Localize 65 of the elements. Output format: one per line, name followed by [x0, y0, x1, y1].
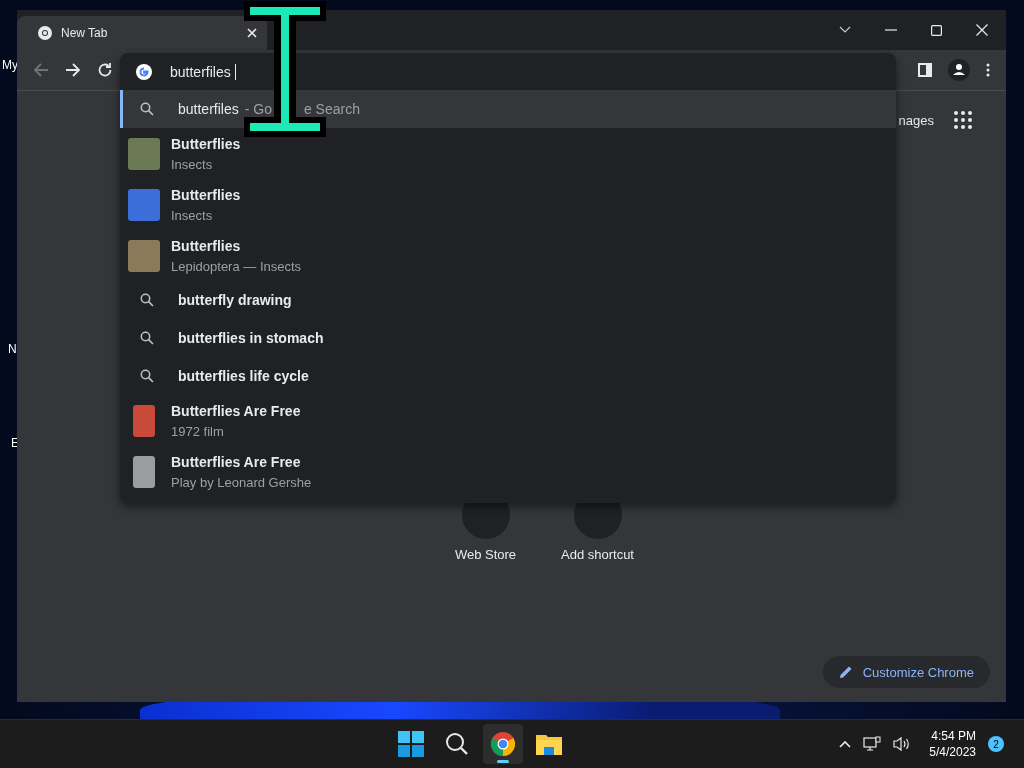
- images-link[interactable]: nages: [898, 112, 934, 128]
- suggestion-title: Butterflies: [171, 237, 242, 254]
- desktop-icon-label[interactable]: My: [2, 58, 19, 72]
- suggestion-title: Butterflies Are Free: [171, 453, 302, 470]
- suggestion-text: butterfly drawing: [178, 292, 292, 308]
- clock-date[interactable]: 5/4/2023: [929, 745, 976, 759]
- address-text: butterfiles: [170, 63, 231, 80]
- suggestion-subtitle: Insects: [171, 156, 214, 172]
- photo-placeholder: [133, 404, 155, 437]
- network-icon[interactable]: [863, 736, 882, 752]
- search-engine-logo-icon: [136, 63, 152, 80]
- back-arrow-icon[interactable]: [33, 62, 49, 78]
- suggestion-title: Butterflies Are Free: [171, 402, 301, 419]
- customize-button[interactable]: Customize Chrome: [822, 656, 990, 688]
- text-caret: [234, 63, 236, 80]
- suggestion-row[interactable]: butterflies life cycle: [120, 357, 896, 395]
- suggestion-hint: - Go: [244, 101, 272, 117]
- menu-icon[interactable]: [986, 63, 990, 77]
- tab-title: New Tab: [61, 26, 109, 40]
- suggestion-row[interactable]: Butterflies Insects: [120, 179, 896, 230]
- clock-time[interactable]: 4:54 PM: [931, 729, 976, 743]
- reload-icon[interactable]: [97, 62, 113, 78]
- apps-grid-icon[interactable]: [954, 111, 972, 129]
- suggestion-row[interactable]: Butterflies Are Free 1972 film: [120, 395, 896, 446]
- suggestion-text: butterflies life cycle: [178, 368, 309, 384]
- suggestion-row[interactable]: Butterflies Are Free Play by Leonard Gershe: [120, 446, 896, 497]
- photo-placeholder: [133, 455, 155, 488]
- chevron-down-icon[interactable]: [839, 26, 851, 34]
- browser-logo-icon[interactable]: [482, 724, 523, 764]
- suggestion-row[interactable]: butterflies in stomach: [120, 319, 896, 357]
- suggestion-row[interactable]: Butterflies Insects: [120, 128, 896, 179]
- desktop-icon-label[interactable]: N: [8, 342, 19, 356]
- maximize-icon[interactable]: [931, 24, 942, 36]
- suggestion-subtitle: Lepidoptera — Insects: [171, 258, 302, 274]
- search-icon: [140, 331, 154, 345]
- browser-tab[interactable]: New Tab: [17, 16, 267, 50]
- shortcut-label[interactable]: Web Store: [454, 547, 517, 562]
- side-panel-icon[interactable]: [918, 63, 932, 77]
- suggestion-subtitle: Insects: [171, 207, 214, 223]
- browser-logo-icon: [37, 25, 53, 41]
- suggestion-row[interactable]: Butterflies Lepidoptera — Insects: [120, 230, 896, 281]
- photo-placeholder: [128, 137, 160, 170]
- profile-icon[interactable]: [948, 59, 970, 81]
- suggestion-row[interactable]: butterfly drawing: [120, 281, 896, 319]
- suggestion-subtitle: 1972 film: [171, 423, 225, 439]
- chevron-up-icon[interactable]: [839, 740, 852, 748]
- suggestion-subtitle: Play by Leonard Gershe: [171, 474, 312, 490]
- pencil-icon: [838, 665, 853, 679]
- forward-arrow-icon[interactable]: [65, 62, 81, 78]
- suggestion-text: butterfiles: [178, 101, 239, 117]
- speaker-icon[interactable]: [893, 736, 912, 752]
- close-icon[interactable]: [976, 24, 988, 36]
- suggestion-hint: e Search: [303, 101, 360, 117]
- notification-badge[interactable]: 2: [988, 736, 1004, 752]
- suggestion-title: Butterflies: [171, 186, 241, 203]
- suggestion-title: Butterflies: [171, 135, 241, 152]
- search-icon: [140, 369, 154, 383]
- address-field[interactable]: butterfiles: [120, 53, 896, 90]
- photo-placeholder: [128, 188, 160, 221]
- suggestion-text: butterflies in stomach: [178, 330, 324, 346]
- search-icon: [140, 293, 154, 307]
- shortcut-label[interactable]: Add shortcut: [561, 547, 634, 562]
- search-icon: [140, 102, 154, 116]
- photo-placeholder: [128, 239, 160, 272]
- close-icon[interactable]: [247, 28, 257, 38]
